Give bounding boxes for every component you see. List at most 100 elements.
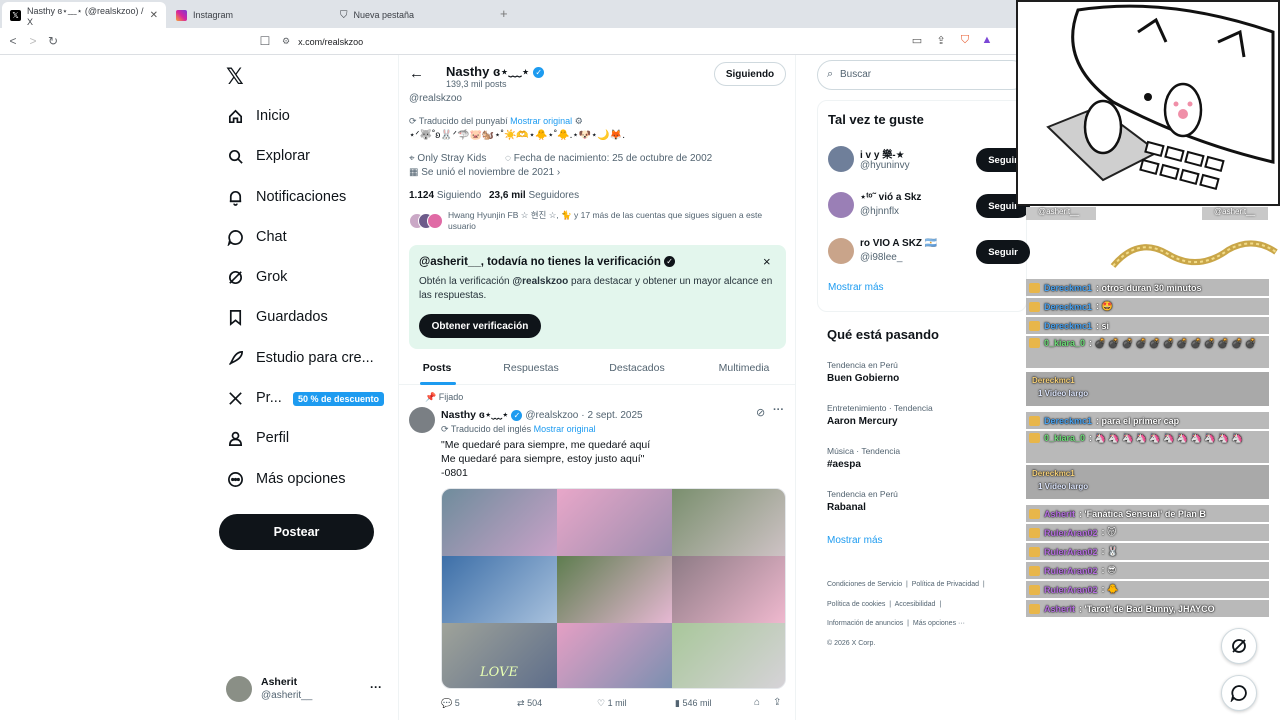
sidebar-item-label: Inicio [256,108,290,124]
reload-icon[interactable]: ↻ [46,34,60,48]
footer-link-more[interactable]: Más opciones ··· [913,620,965,627]
chat-user: RulerAran02 [1044,527,1098,538]
new-tab-icon[interactable]: + [500,6,508,21]
chat-message: RulerAran02: 🐰 [1026,543,1269,560]
post-image-collage[interactable]: LOVE [441,488,786,689]
profile-joined[interactable]: ▦ Se unió el noviembre de 2021 › [409,167,560,178]
back-arrow-icon[interactable]: ← [409,65,424,82]
sidebar-item-4[interactable]: Grok [226,264,287,290]
sidebar-item-label: Chat [256,229,287,245]
trend-item[interactable]: Entretenimiento · Tendencia Aaron Mercury [827,403,1017,427]
bookmark-page-icon[interactable]: ☐ [258,34,272,48]
show-original-link[interactable]: Mostrar original [534,424,596,434]
followers-stat[interactable]: 23,6 mil Seguidores [489,190,579,201]
forward-icon[interactable]: > [26,34,40,48]
sidebar-item-9[interactable]: Más opciones [226,466,345,492]
cast-icon[interactable]: ▭ [910,34,924,48]
grok-bubble-icon[interactable] [1221,628,1257,664]
url-field[interactable]: ⚙ x.com/realskzoo [282,31,1002,52]
get-verified-button[interactable]: Obtener verificación [419,314,541,338]
views-action[interactable]: ▮ 546 mil [675,698,711,709]
chat-message: Dereckmc1: 🤩 [1026,298,1269,315]
suggestion-row[interactable]: ⋆ᵗᵒ˜ vió a Skz @hjnnflx Seguir [828,190,1030,222]
following-button[interactable]: Siguiendo [714,62,786,86]
show-more-trends-link[interactable]: Mostrar más [827,535,883,546]
tab-posts[interactable]: Posts [409,362,465,374]
footer-link-cookies[interactable]: Política de cookies [827,601,885,608]
sidebar-item-6[interactable]: Estudio para cre... [226,345,374,371]
back-icon[interactable]: < [6,34,20,48]
trend-name: Buen Gobierno [827,373,900,384]
site-settings-icon[interactable]: ⚙ [282,36,290,47]
tab-replies[interactable]: Respuestas [491,362,571,374]
chat-user: Dereckmc1 [1032,469,1075,478]
brave-rewards-icon[interactable]: ▲ [980,34,994,48]
tab-new[interactable]: ⛉ Nueva pestaña [332,2,496,28]
suggestion-name: ⋆ᵗᵒ˜ vió a Skz [860,192,922,203]
profile-tabs: Posts Respuestas Destacados Multimedia [399,355,796,385]
sidebar-item-2[interactable]: Notificaciones [226,184,346,210]
footer-link-accessibility[interactable]: Accesibilidad [895,601,936,608]
sidebar-item-label: Grok [256,269,288,285]
suggestion-row[interactable]: ro VIO A SKZ 🇦🇷 @i98lee_ Seguir [828,236,1030,268]
post-author-avatar[interactable] [409,407,435,433]
sidebar-item-8[interactable]: Perfil [226,425,289,451]
sidebar-item-0[interactable]: Inicio [226,103,290,129]
close-icon[interactable]: × [763,254,771,269]
tab-media[interactable]: Multimedia [704,362,784,374]
bookmark-icon [226,308,244,326]
account-more-icon[interactable]: ··· [370,680,382,694]
search-box[interactable]: ⌕ Buscar [817,60,1027,90]
x-logo-icon[interactable]: 𝕏 [226,64,244,90]
post-more-icon[interactable]: ··· [773,404,784,416]
trend-item[interactable]: Tendencia en Perú Rabanal [827,489,1017,513]
calendar-icon: ▦ [409,167,419,178]
profile-location: ⌖ Only Stray Kids [409,153,487,164]
suggestion-row[interactable]: i v y 樂-★ @hyuninvy Seguir [828,144,1030,176]
chat-badge-icon [1029,508,1040,519]
tab-instagram[interactable]: Instagram [168,2,332,28]
chat-user: RulerAran02 [1044,565,1098,576]
sidebar-item-7[interactable]: Pr... [226,385,282,411]
brave-shield-icon[interactable]: ⛉ [958,34,972,48]
grok-icon [226,268,244,286]
tab-highlights[interactable]: Destacados [597,362,677,374]
footer-link-privacy[interactable]: Política de Privacidad [912,581,979,588]
profile-handle: @realskzoo [409,93,462,104]
settings-icon[interactable]: ⚙ [575,116,583,126]
grok-post-icon[interactable]: ⊘ [756,406,765,419]
posts-count: 139,3 mil posts [446,79,507,89]
sidebar-item-3[interactable]: Chat [226,224,287,250]
post-button[interactable]: Postear [219,514,374,550]
footer-link-terms[interactable]: Condiciones de Servicio [827,581,902,588]
footer-link-ads[interactable]: Información de anuncios [827,620,903,627]
search-input[interactable]: Buscar [840,69,871,80]
sidebar-item-label: Estudio para cre... [256,350,374,366]
tab-title: Nasthy ɞ⋆﹏⋆ (@realskzoo) / X [27,5,144,27]
close-tab-icon[interactable]: ✕ [150,10,158,21]
sidebar-item-label: Pr... [256,390,282,406]
account-switcher[interactable]: Asherit @asherit__ ··· [226,674,386,706]
chat-message: Asherit: 'Fanática Sensual' de Plan B [1026,505,1269,522]
repost-action[interactable]: ⇄ 504 [517,698,542,709]
share-icon[interactable]: ⇪ [934,34,948,48]
show-more-link[interactable]: Mostrar más [828,282,884,293]
following-stat[interactable]: 1.124 Siguiendo [409,190,481,201]
show-original-link[interactable]: Mostrar original [510,116,572,126]
chat-icon [226,228,244,246]
suggest-title: Tal vez te guste [828,112,924,127]
home-icon [226,107,244,125]
share-icon[interactable]: ⇪ [773,697,781,708]
balloon-icon: ◌ [505,153,511,164]
bookmark-icon[interactable]: ⌂ [754,697,760,708]
reply-action[interactable]: 💬 5 [441,698,460,709]
sidebar-item-1[interactable]: Explorar [226,143,310,169]
followed-by-text[interactable]: Hwang Hyunjin FB ☆ 현진 ☆, 🐈 y 17 más de l… [448,210,778,232]
trend-item[interactable]: Música · Tendencia #aespa [827,446,1017,470]
sidebar-item-5[interactable]: Guardados [226,304,328,330]
trend-item[interactable]: Tendencia en Perú Buen Gobierno [827,360,1017,384]
messages-bubble-icon[interactable] [1221,675,1257,711]
tab-x-profile[interactable]: 𝕏 Nasthy ɞ⋆﹏⋆ (@realskzoo) / X ✕ [2,2,166,28]
trend-context: Tendencia en Perú [827,360,898,370]
like-action[interactable]: ♡ 1 mil [597,698,627,709]
